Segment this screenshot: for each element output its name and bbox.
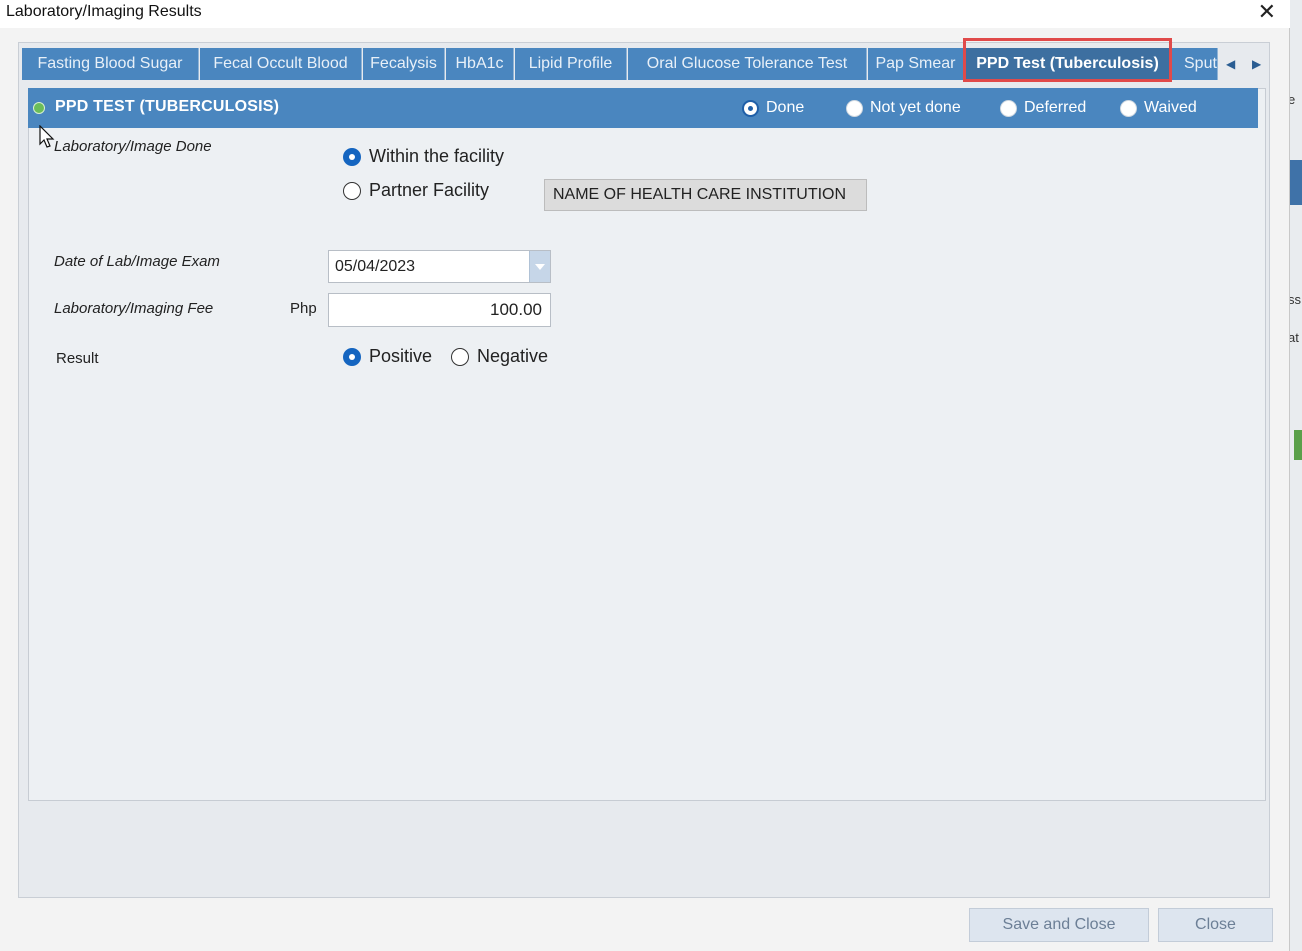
- background-app-green-block: [1294, 430, 1302, 460]
- tab-sputum[interactable]: Sput: [1172, 48, 1218, 80]
- status-option-deferred[interactable]: Deferred: [1000, 99, 1086, 117]
- location-partner-facility[interactable]: Partner Facility: [343, 180, 489, 201]
- location-option-label: Within the facility: [369, 146, 505, 166]
- radio-icon: [343, 147, 361, 166]
- status-option-label: Not yet done: [870, 99, 961, 116]
- status-option-label: Done: [766, 99, 805, 116]
- close-button[interactable]: Close: [1158, 908, 1273, 942]
- status-check-icon: [33, 102, 45, 114]
- radio-icon: [343, 347, 361, 366]
- background-app-strip: e ss at: [1288, 0, 1302, 951]
- active-tab-highlight: [963, 38, 1172, 82]
- fee-input[interactable]: 100.00: [328, 293, 551, 327]
- fee-currency: Php: [290, 300, 317, 317]
- date-dropdown-icon[interactable]: [529, 251, 550, 282]
- status-option-done[interactable]: Done: [742, 99, 804, 117]
- exam-date-input[interactable]: 05/04/2023: [328, 250, 551, 283]
- mouse-pointer-icon: [39, 125, 55, 148]
- radio-icon: [451, 347, 469, 366]
- window-close-icon[interactable]: ✕: [1258, 0, 1276, 24]
- title-bar: Laboratory/Imaging Results ✕: [0, 0, 1290, 28]
- save-and-close-button[interactable]: Save and Close: [969, 908, 1149, 942]
- location-within-facility[interactable]: Within the facility: [343, 146, 504, 167]
- radio-icon: [742, 99, 759, 117]
- status-option-label: Waived: [1144, 99, 1197, 116]
- tab-fecalysis[interactable]: Fecalysis: [363, 48, 445, 80]
- tab-scroll-right-icon[interactable]: ▶: [1252, 57, 1261, 71]
- radio-icon: [1000, 99, 1017, 117]
- lab-done-label: Laboratory/Image Done: [54, 138, 212, 155]
- result-option-label: Negative: [477, 346, 549, 366]
- lab-results-dialog: Laboratory/Imaging Results ✕ Fasting Blo…: [0, 0, 1290, 951]
- background-app-blue-block: [1288, 160, 1302, 205]
- tab-oral-glucose-tolerance-test[interactable]: Oral Glucose Tolerance Test: [628, 48, 867, 80]
- panel-title: PPD TEST (TUBERCULOSIS): [55, 98, 280, 115]
- tab-scroll-left-icon[interactable]: ◀: [1226, 57, 1235, 71]
- tab-pap-smear[interactable]: Pap Smear: [868, 48, 964, 80]
- location-option-label: Partner Facility: [369, 180, 490, 200]
- status-option-not-yet-done[interactable]: Not yet done: [846, 99, 961, 117]
- radio-icon: [343, 181, 361, 200]
- tab-lipid-profile[interactable]: Lipid Profile: [515, 48, 627, 80]
- status-option-waived[interactable]: Waived: [1120, 99, 1197, 117]
- result-negative[interactable]: Negative: [451, 346, 548, 367]
- result-label: Result: [56, 350, 99, 367]
- status-option-label: Deferred: [1024, 99, 1087, 116]
- radio-icon: [1120, 99, 1137, 117]
- tab-fasting-blood-sugar[interactable]: Fasting Blood Sugar: [22, 48, 199, 80]
- window-title: Laboratory/Imaging Results: [6, 3, 202, 20]
- tab-hba1c[interactable]: HbA1c: [446, 48, 514, 80]
- result-option-label: Positive: [369, 346, 433, 366]
- date-label: Date of Lab/Image Exam: [54, 253, 220, 270]
- radio-icon: [846, 99, 863, 117]
- result-positive[interactable]: Positive: [343, 346, 432, 367]
- institution-name-field[interactable]: NAME OF HEALTH CARE INSTITUTION: [544, 179, 867, 211]
- tab-fecal-occult-blood[interactable]: Fecal Occult Blood: [200, 48, 362, 80]
- fee-label: Laboratory/Imaging Fee: [54, 300, 214, 317]
